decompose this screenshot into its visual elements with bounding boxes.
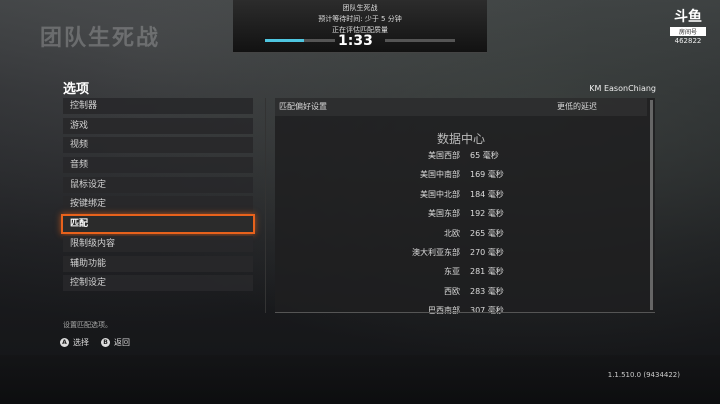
datacenter-name: 东亚 [444,267,460,277]
datacenter-ping: 307 毫秒 [470,306,504,316]
menu-item[interactable]: 限制级内容 [63,235,253,252]
datacenter-name: 西欧 [444,286,460,296]
datacenter-name: 美国东部 [428,209,460,219]
page-title: 选项 [63,82,90,97]
hint-text: 设置匹配选项。 [63,321,112,329]
button-prompt-label[interactable]: 返回 [114,337,130,348]
banner-mode: 团队生死战 [342,4,378,12]
menu-item[interactable]: 视频 [63,137,253,154]
controller-button-icon: A [60,338,69,347]
datacenter-ping: 265 毫秒 [470,228,504,238]
controller-button-icon: B [101,338,110,347]
version-label: 1.1.510.0 (9434422) [607,371,680,379]
panel-bottom-rule [275,312,655,313]
search-progress-fill [265,39,304,42]
datacenter-name: 美国中南部 [420,170,460,180]
watermark-room-label: 房间号 [670,27,706,36]
scrollbar[interactable] [650,100,653,310]
search-progress-bar-right [385,39,455,42]
datacenter-ping: 283 毫秒 [470,286,504,296]
background-mode-title: 团队生死战 [40,26,161,51]
datacenter-ping: 65 毫秒 [470,151,499,160]
stream-watermark: 斗鱼 房间号 462822 [664,6,712,45]
button-prompts: A 选择 B 返回 [60,337,138,348]
datacenter-ping: 270 毫秒 [470,248,504,257]
datacenter-name: 巴西南部 [428,306,460,316]
datacenter-name: 澳大利亚东部 [412,248,460,257]
menu-item[interactable]: 游戏 [63,117,253,134]
menu-item[interactable]: 辅助功能 [63,255,253,272]
divider [265,98,266,313]
search-timer: 1:33 [338,33,373,49]
menu-item[interactable]: 控制器 [63,98,253,114]
datacenter-title: 数据中心 [436,132,485,146]
bottom-strip [0,355,720,404]
menu-item[interactable]: 鼠标设定 [63,176,253,193]
matchmaking-banner: 团队生死战 预计等待时间: 少于 5 分钟 正在评估匹配质量 1:33 [233,0,487,53]
douyu-logo: 斗鱼 [674,9,702,25]
datacenter-ping: 169 毫秒 [470,170,504,180]
matchmaking-preference-row[interactable]: 匹配偏好设置 更低的延迟 [275,98,647,116]
search-progress-bar [265,39,335,42]
menu-item[interactable]: 按键绑定 [63,196,253,213]
datacenter-ping: 281 毫秒 [470,267,504,277]
menu-item[interactable]: 控制设定 [63,275,253,292]
datacenter-name: 美国西部 [428,151,460,160]
preference-value: 更低的延迟 [557,102,597,111]
datacenter-ping: 192 毫秒 [470,209,504,219]
datacenter-ping: 184 毫秒 [470,189,504,199]
options-menu: 控制器游戏视频音频鼠标设定按键绑定 匹配 限制级内容辅助功能控制设定 [61,98,255,295]
datacenter-name: 北欧 [444,228,460,238]
menu-item[interactable]: 匹配 [61,214,255,235]
preference-label: 匹配偏好设置 [279,102,327,111]
menu-item[interactable]: 音频 [63,157,253,174]
matchmaking-panel: 匹配偏好设置 更低的延迟 数据中心 美国西部 65 毫秒 美国中南部 169 毫秒 美国… [275,98,655,316]
watermark-room-number: 462822 [674,37,702,45]
datacenter-name: 美国中北部 [420,189,460,199]
username: KM EasonChiang [589,84,656,93]
button-prompt-label[interactable]: 选择 [73,337,89,348]
banner-wait-time: 预计等待时间: 少于 5 分钟 [318,15,402,23]
